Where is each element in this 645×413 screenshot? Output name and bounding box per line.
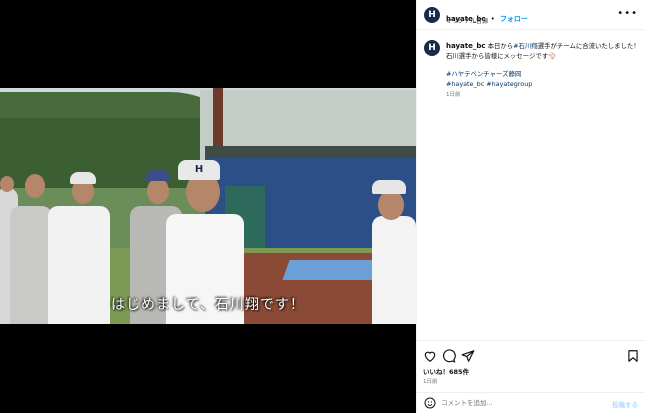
- video-player[interactable]: H はじめまして、石川翔です！: [0, 0, 416, 413]
- avatar[interactable]: H: [424, 7, 440, 23]
- comment-input[interactable]: [441, 397, 601, 409]
- caption-username[interactable]: hayate_bc: [446, 42, 486, 50]
- comment-icon[interactable]: [442, 349, 456, 363]
- share-icon[interactable]: [461, 349, 475, 363]
- instagram-post: H はじめまして、石川翔です！ H hayate_bc • フォロー オリジナル…: [0, 0, 645, 413]
- bookmark-icon[interactable]: [626, 349, 640, 363]
- mention-link[interactable]: #石川翔: [513, 42, 538, 50]
- video-subtitle: はじめまして、石川翔です！: [111, 297, 305, 313]
- hashtag-link[interactable]: #hayategroup: [486, 80, 532, 88]
- post-date: 1日前: [423, 379, 438, 385]
- audio-label[interactable]: オリジナル音源: [446, 16, 488, 25]
- like-count[interactable]: いいね！685件: [423, 366, 469, 376]
- action-bar: [417, 340, 645, 368]
- more-horizontal-icon[interactable]: •••: [617, 8, 638, 19]
- emoji-icon[interactable]: [424, 397, 436, 409]
- cap-h-logo: H: [178, 160, 220, 180]
- video-frame: H: [0, 88, 416, 324]
- post-caption: hayate_bc 本日から#石川翔選手がチームに合流いたしました！ 石川選手か…: [446, 42, 640, 98]
- post-comment-button[interactable]: 投稿する: [612, 399, 638, 409]
- post-header: H hayate_bc • フォロー オリジナル音源 •••: [417, 0, 645, 30]
- caption-avatar[interactable]: H: [424, 40, 440, 56]
- hashtag-link[interactable]: #ハヤテベンチャーズ静岡: [446, 70, 521, 78]
- hashtag-link[interactable]: #hayate_bc: [446, 80, 484, 88]
- heart-icon[interactable]: [423, 349, 437, 363]
- comment-bar: 投稿する: [417, 392, 645, 413]
- post-sidebar: H hayate_bc • フォロー オリジナル音源 ••• H hayate_…: [416, 0, 645, 413]
- caption-time: 1日前: [446, 92, 461, 98]
- follow-button[interactable]: フォロー: [500, 15, 528, 23]
